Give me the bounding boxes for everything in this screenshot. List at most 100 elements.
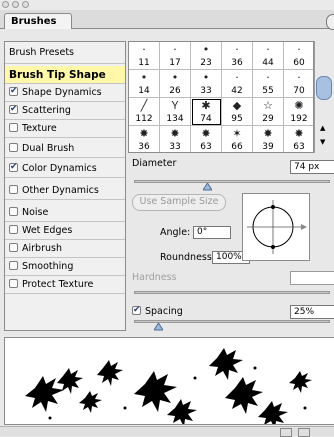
diameter-label: Diameter (132, 158, 177, 169)
brush-tip-cell[interactable]: Ｙ 134 (160, 98, 191, 126)
brush-presets-item[interactable]: Brush Presets (5, 42, 125, 64)
diameter-slider-knob[interactable] (201, 182, 213, 194)
option-checkbox[interactable]: ✔ (9, 87, 18, 96)
option-color-dynamics[interactable]: ✔ Color Dynamics (5, 160, 125, 178)
option-other-dynamics[interactable]: Other Dynamics (5, 182, 125, 200)
brush-tip-shape-icon: • (202, 43, 210, 56)
brush-tip-cell[interactable]: • 33 (191, 70, 222, 98)
brush-tip-cell[interactable]: · 36 (222, 42, 253, 70)
brush-tip-cell[interactable]: ✸ 36 (129, 126, 160, 152)
brush-tip-cell[interactable]: ✱ 74 (191, 98, 222, 126)
brush-tip-shape-item[interactable]: Brush Tip Shape (5, 66, 125, 84)
brush-tip-shape-icon: ✸ (263, 127, 273, 140)
scroll-down-arrow-icon[interactable]: ▼ (320, 138, 325, 146)
use-sample-size-button[interactable]: Use Sample Size (132, 194, 226, 211)
option-checkbox[interactable] (9, 225, 18, 234)
diameter-field[interactable]: 74 px (290, 160, 334, 174)
tab-brushes[interactable]: Brushes (4, 13, 72, 29)
brush-tip-cell[interactable]: ╱ 112 (129, 98, 160, 126)
brush-tip-cell[interactable]: • 23 (191, 42, 222, 70)
brush-tip-shape-icon: ✶ (232, 127, 242, 140)
brush-tip-shape-icon: ✺ (294, 99, 304, 112)
brush-tip-cell[interactable]: ✸ 33 (160, 126, 191, 152)
option-scattering[interactable]: ✔ Scattering (5, 102, 125, 120)
brush-tip-cell[interactable]: ✺ 192 (284, 98, 313, 126)
brush-tip-grid: · 11 · 17 • 23 · 36 · 44 · 60 • 14 • 26 • 33 · 42 · 55 · 70 ╱ 112… (128, 41, 314, 153)
option-dual-brush[interactable]: Dual Brush (5, 140, 125, 158)
brush-size-label: 55 (262, 86, 274, 96)
brush-grid-scroll-thumb[interactable] (316, 76, 332, 100)
brush-tip-shape-icon: Ｙ (169, 99, 181, 112)
hardness-slider-track[interactable] (134, 291, 330, 294)
brush-tip-cell[interactable]: ✸ 39 (253, 126, 284, 152)
palette-menu-arrow-icon[interactable] (326, 14, 334, 30)
option-checkbox[interactable]: ✔ (9, 105, 18, 114)
brush-size-label: 39 (262, 142, 274, 152)
brush-tip-cell[interactable]: ✸ 63 (191, 126, 222, 152)
brush-angle-crosshair-icon (247, 200, 307, 254)
brush-size-label: 11 (138, 58, 150, 68)
option-noise[interactable]: Noise (5, 204, 125, 222)
delete-preset-icon[interactable] (298, 428, 310, 437)
brush-tip-cell[interactable]: ✸ 63 (284, 126, 313, 152)
spacing-slider-knob[interactable] (152, 322, 164, 334)
option-label: Color Dynamics (22, 163, 97, 174)
option-label: Other Dynamics (22, 185, 99, 196)
option-checkbox[interactable] (9, 279, 18, 288)
diameter-slider-track[interactable] (134, 180, 330, 183)
brush-tip-shape-icon: · (297, 43, 301, 56)
option-label: Smoothing (22, 261, 74, 272)
option-checkbox[interactable] (9, 207, 18, 216)
option-airbrush[interactable]: Airbrush (5, 240, 125, 258)
minimize-window-icon[interactable] (12, 1, 19, 8)
option-shape-dynamics[interactable]: ✔ Shape Dynamics (5, 84, 125, 102)
angle-field[interactable]: 0° (193, 226, 231, 239)
brush-tip-shape-icon: · (297, 71, 301, 84)
brush-size-label: 63 (293, 142, 305, 152)
brush-size-label: 33 (169, 142, 181, 152)
scroll-up-arrow-icon[interactable]: ▲ (320, 124, 325, 132)
option-checkbox[interactable] (9, 261, 18, 270)
brush-tip-shape-icon: · (142, 43, 146, 56)
option-label: Texture (22, 123, 57, 134)
brush-tip-shape-icon: • (140, 71, 148, 84)
brush-tip-shape-icon: ☆ (263, 99, 273, 112)
zoom-window-icon[interactable] (22, 1, 29, 8)
brush-size-label: 192 (290, 114, 308, 124)
brush-tip-shape-icon: • (202, 71, 210, 84)
brush-tip-cell[interactable]: ◆ 95 (222, 98, 253, 126)
option-wet-edges[interactable]: Wet Edges (5, 222, 125, 240)
brush-tip-cell[interactable]: · 11 (129, 42, 160, 70)
brush-tip-shape-icon: · (235, 43, 239, 56)
option-protect-texture[interactable]: Protect Texture (5, 276, 125, 294)
brush-tip-cell[interactable]: • 14 (129, 70, 160, 98)
option-checkbox[interactable]: ✔ (9, 163, 18, 172)
option-label: Scattering (22, 105, 71, 116)
brush-tip-cell[interactable]: ✶ 66 (222, 126, 253, 152)
spacing-field[interactable]: 25% (290, 305, 334, 319)
brush-tip-cell[interactable]: · 70 (284, 70, 313, 98)
roundness-label: Roundness: (160, 252, 216, 263)
option-checkbox[interactable] (9, 185, 18, 194)
brush-size-label: 36 (231, 58, 243, 68)
option-texture[interactable]: Texture (5, 120, 125, 138)
option-label: Wet Edges (22, 225, 73, 236)
new-preset-icon[interactable] (280, 428, 292, 437)
brush-tip-cell[interactable]: · 44 (253, 42, 284, 70)
brush-tip-cell[interactable]: • 26 (160, 70, 191, 98)
spacing-slider-track[interactable] (134, 320, 330, 323)
spacing-checkbox[interactable]: ✔ Spacing (132, 306, 183, 317)
option-checkbox[interactable] (9, 243, 18, 252)
brush-tip-cell[interactable]: · 55 (253, 70, 284, 98)
spacing-checkbox-box[interactable]: ✔ (132, 306, 141, 315)
option-checkbox[interactable] (9, 123, 18, 132)
option-smoothing[interactable]: Smoothing (5, 258, 125, 276)
angle-roundness-preview[interactable] (242, 193, 310, 261)
hardness-field[interactable] (290, 271, 334, 285)
close-window-icon[interactable] (2, 1, 9, 8)
brush-tip-cell[interactable]: · 42 (222, 70, 253, 98)
brush-tip-cell[interactable]: ☆ 29 (253, 98, 284, 126)
brush-tip-cell[interactable]: · 17 (160, 42, 191, 70)
brush-tip-cell[interactable]: · 60 (284, 42, 313, 70)
option-checkbox[interactable] (9, 143, 18, 152)
